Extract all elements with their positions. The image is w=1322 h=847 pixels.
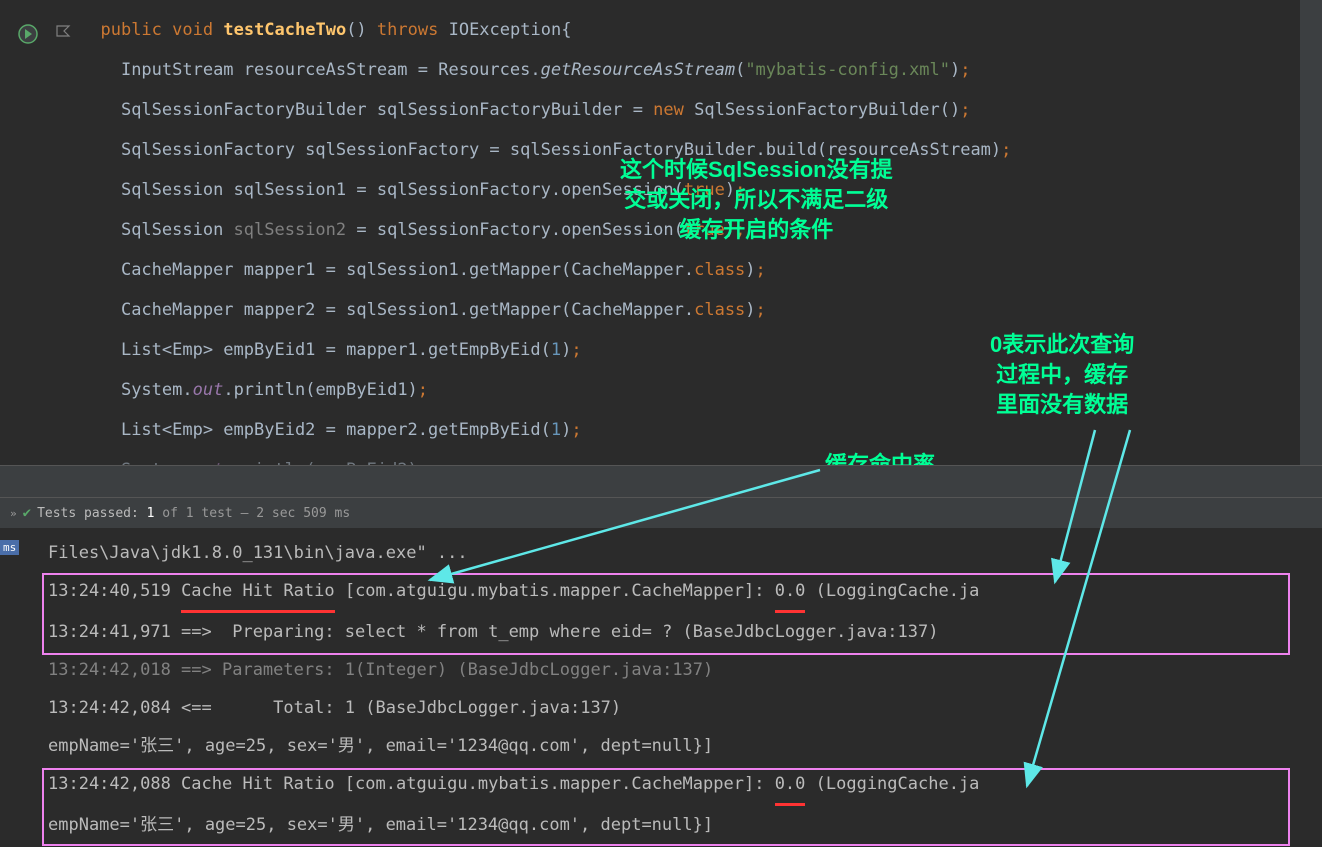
console-line: Files\Java\jdk1.8.0_131\bin\java.exe" ..… [48,534,1312,572]
code-line[interactable]: public void testCacheTwo() throws IOExce… [80,10,1322,50]
code-line[interactable]: SqlSession sqlSession1 = sqlSessionFacto… [80,170,1322,210]
code-line[interactable]: SqlSession sqlSession2 = sqlSessionFacto… [80,210,1322,250]
code-line[interactable]: System.out.println(empByEid1); [80,370,1322,410]
console-line: empName='张三', age=25, sex='男', email='12… [48,727,1312,765]
panel-divider[interactable] [0,465,1322,498]
console-line: empName='张三', age=25, sex='男', email='12… [48,806,1312,844]
code-line[interactable]: InputStream resourceAsStream = Resources… [80,50,1322,90]
tests-passed-label: Tests passed: 1 of 1 test – 2 sec 509 ms [37,506,350,521]
checkmark-icon: ✔ [23,505,31,521]
console-line: 13:24:42,018 ==> Parameters: 1(Integer) … [48,651,1312,689]
expand-icon[interactable]: » [10,507,17,520]
run-gutter-icon[interactable] [18,24,38,44]
console-line: 13:24:40,519 Cache Hit Ratio [com.atguig… [48,572,1312,613]
ms-badge: ms [0,540,19,555]
code-line[interactable]: CacheMapper mapper2 = sqlSession1.getMap… [80,290,1322,330]
code-line[interactable]: List<Emp> empByEid2 = mapper2.getEmpByEi… [80,410,1322,450]
console-line: 13:24:41,971 ==> Preparing: select * fro… [48,613,1312,651]
code-line[interactable]: List<Emp> empByEid1 = mapper1.getEmpByEi… [80,330,1322,370]
code-line[interactable]: SqlSessionFactory sqlSessionFactory = sq… [80,130,1322,170]
console-output[interactable]: Files\Java\jdk1.8.0_131\bin\java.exe" ..… [38,528,1322,847]
vcs-gutter-icon [55,24,73,42]
console-line: 13:24:42,084 <== Total: 1 (BaseJdbcLogge… [48,689,1312,727]
test-status-bar: » ✔ Tests passed: 1 of 1 test – 2 sec 50… [0,498,1322,528]
editor-right-gutter [1300,0,1322,465]
code-line[interactable]: CacheMapper mapper1 = sqlSession1.getMap… [80,250,1322,290]
console-line: 13:24:42,088 Cache Hit Ratio [com.atguig… [48,765,1312,806]
code-editor[interactable]: public void testCacheTwo() throws IOExce… [0,0,1322,465]
code-line[interactable]: SqlSessionFactoryBuilder sqlSessionFacto… [80,90,1322,130]
